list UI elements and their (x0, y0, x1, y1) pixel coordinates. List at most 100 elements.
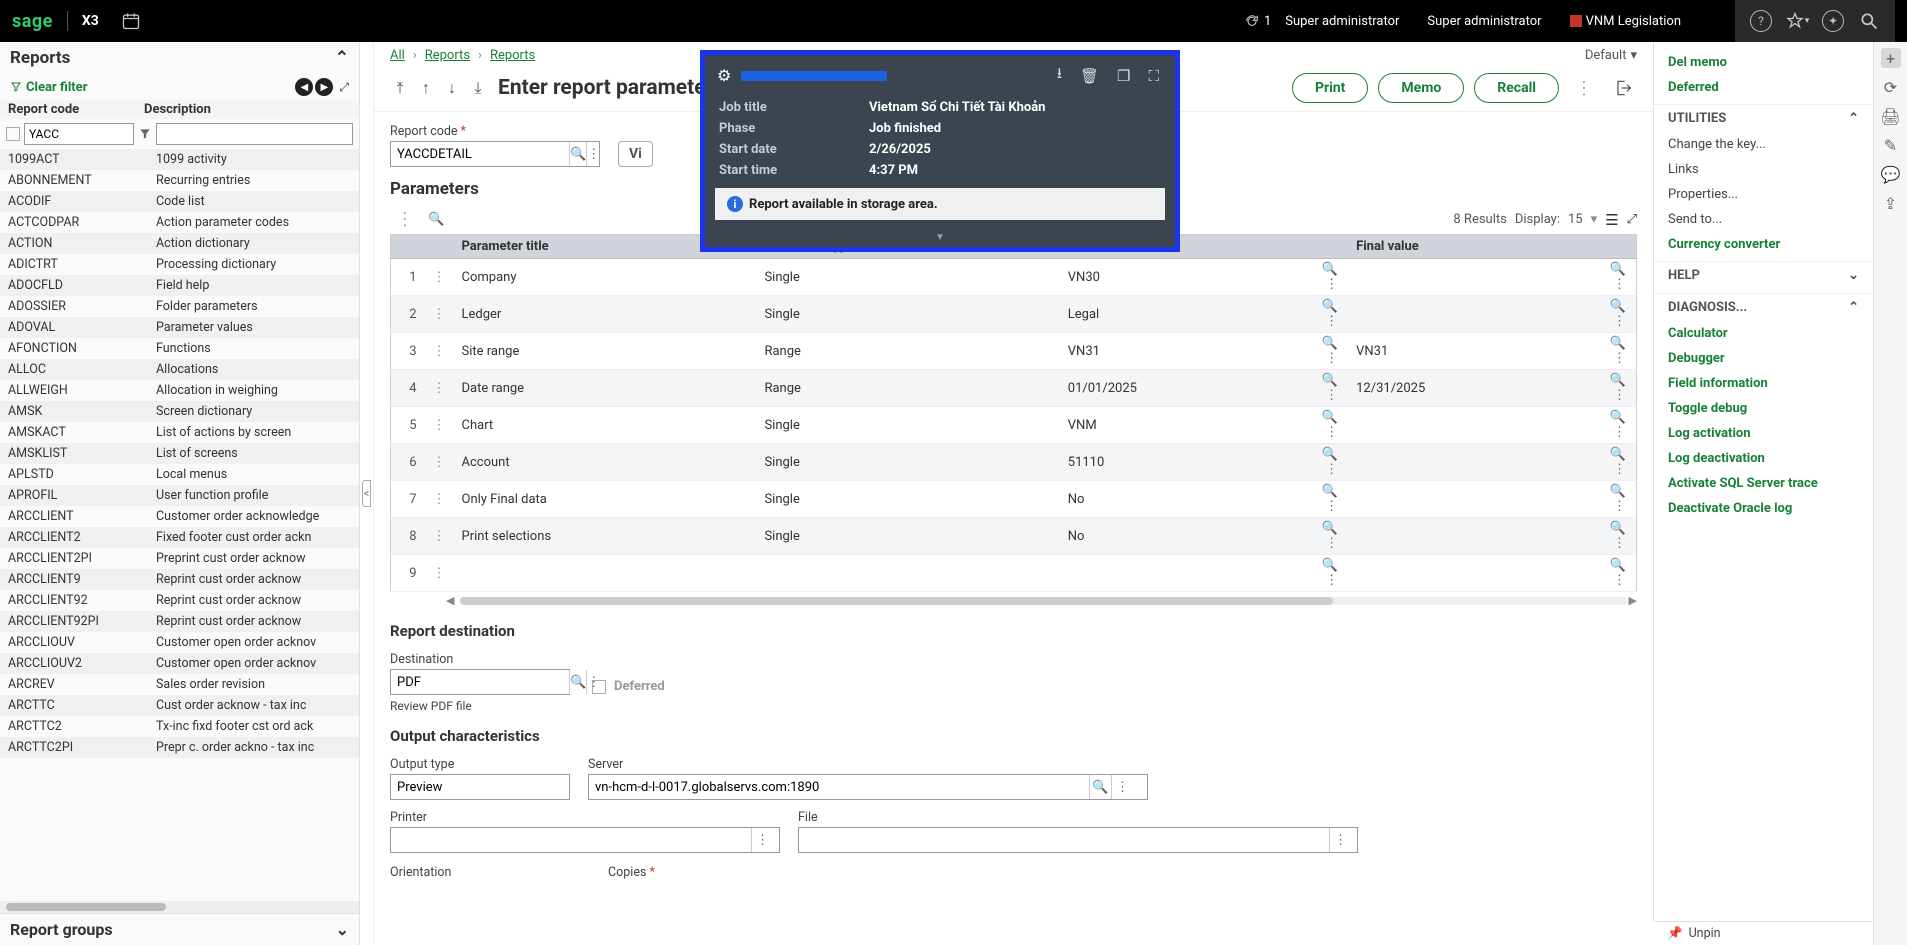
col-description[interactable]: Description (144, 102, 349, 117)
notif-collapse-icon[interactable]: ▾ (705, 230, 1175, 247)
currency-link[interactable]: Currency converter (1654, 232, 1873, 257)
file-dots-icon[interactable]: ⋮ (1329, 828, 1351, 852)
unpin-bar[interactable]: 📌 Unpin (1653, 921, 1873, 945)
maximize-icon[interactable]: ⤢ (1627, 212, 1637, 227)
display-value[interactable]: 15 (1568, 212, 1583, 227)
funnel-icon[interactable] (138, 127, 152, 141)
file-input[interactable] (799, 828, 1329, 852)
field-info-link[interactable]: Field information (1654, 371, 1873, 396)
list-item[interactable]: ALLOCAllocations (0, 359, 359, 380)
oracle-log-link[interactable]: Deactivate Oracle log (1654, 496, 1873, 521)
table-search-icon[interactable]: 🔍 (428, 212, 444, 227)
sql-trace-link[interactable]: Activate SQL Server trace (1654, 471, 1873, 496)
log-act-link[interactable]: Log activation (1654, 421, 1873, 446)
help-section[interactable]: HELP⌄ (1654, 261, 1873, 289)
print-button[interactable]: Print (1292, 73, 1368, 103)
list-nav[interactable]: ◀▶ (295, 78, 333, 96)
checkbox-icon[interactable] (6, 127, 20, 141)
destination-input[interactable] (391, 670, 569, 694)
recall-button[interactable]: Recall (1474, 73, 1559, 103)
printer-input[interactable] (391, 828, 751, 852)
table-row[interactable]: 9⋮🔍⋮🔍⋮ (391, 555, 1637, 592)
reports-section-head[interactable]: Reports ⌃ (0, 42, 359, 74)
compass-icon[interactable]: ✦ (1815, 3, 1851, 39)
more-dots-icon[interactable]: ⋮ (1569, 78, 1599, 99)
list-item[interactable]: ARCCLIENT2Fixed footer cust order ackn (0, 527, 359, 548)
filter-code-input[interactable] (24, 123, 134, 145)
calculator-link[interactable]: Calculator (1654, 321, 1873, 346)
chevron-up-icon[interactable]: ⌃ (335, 48, 349, 68)
table-row[interactable]: 5⋮ChartSingleVNM🔍⋮🔍⋮ (391, 407, 1637, 444)
change-key-link[interactable]: Change the key... (1654, 132, 1873, 157)
properties-link[interactable]: Properties... (1654, 182, 1873, 207)
list-item[interactable]: ARCCLIENT2PIPreprint cust order acknow (0, 548, 359, 569)
list-item[interactable]: ARCTTCCust order acknow - tax inc (0, 695, 359, 716)
filter-desc-input[interactable] (156, 123, 353, 145)
del-memo-link[interactable]: Del memo (1654, 50, 1873, 75)
crumb-reports2[interactable]: Reports (490, 48, 535, 63)
list-item[interactable]: ACTIONAction dictionary (0, 233, 359, 254)
exit-icon[interactable] (1609, 78, 1637, 98)
search-icon[interactable] (1851, 3, 1887, 39)
report-list[interactable]: 1099ACT1099 activityABONNEMENTRecurring … (0, 149, 359, 901)
list-item[interactable]: APROFILUser function profile (0, 485, 359, 506)
list-item[interactable]: AMSKScreen dictionary (0, 401, 359, 422)
gear-icon[interactable]: ⚙ (717, 66, 731, 85)
send-to-link[interactable]: Send to... (1654, 207, 1873, 232)
utilities-section[interactable]: UTILITIES⌃ (1654, 104, 1873, 132)
display-caret-icon[interactable]: ▾ (1591, 212, 1598, 227)
list-item[interactable]: ARCCLIENT92PIReprint cust order acknow (0, 611, 359, 632)
server-input[interactable] (589, 775, 1089, 799)
comment-icon[interactable]: 💬 (1881, 165, 1901, 184)
list-item[interactable]: AMSKACTList of actions by screen (0, 422, 359, 443)
role-label[interactable]: Super administrator (1427, 14, 1541, 29)
table-dots-icon[interactable]: ⋮ (390, 209, 420, 230)
edit-icon[interactable]: ✎ (1884, 136, 1897, 155)
table-row[interactable]: 7⋮Only Final dataSingleNo🔍⋮🔍⋮ (391, 481, 1637, 518)
table-row[interactable]: 4⋮Date rangeRange01/01/2025🔍⋮12/31/2025🔍… (391, 370, 1637, 407)
user-label[interactable]: Super administrator (1285, 14, 1399, 29)
log-deact-link[interactable]: Log deactivation (1654, 446, 1873, 471)
list-item[interactable]: ACTCODPARAction parameter codes (0, 212, 359, 233)
list-item[interactable]: AFONCTIONFunctions (0, 338, 359, 359)
th-final-value[interactable]: Final value (1348, 235, 1592, 259)
list-item[interactable]: APLSTDLocal menus (0, 464, 359, 485)
table-row[interactable]: 8⋮Print selectionsSingleNo🔍⋮🔍⋮ (391, 518, 1637, 555)
legislation-badge[interactable]: VNM Legislation (1570, 14, 1681, 29)
table-row[interactable]: 3⋮Site rangeRangeVN31🔍⋮VN31🔍⋮ (391, 333, 1637, 370)
list-item[interactable]: ADICTRTProcessing dictionary (0, 254, 359, 275)
dest-lookup-icon[interactable]: 🔍 (569, 670, 586, 694)
list-item[interactable]: ARCTTC2PIPrepr c. order ackno - tax inc (0, 737, 359, 758)
list-item[interactable]: ARCCLIOUV2Customer open order acknov (0, 653, 359, 674)
deferred-link[interactable]: Deferred (1654, 75, 1873, 100)
table-h-scroll[interactable]: ◀▶ (390, 594, 1637, 608)
toggle-debug-link[interactable]: Toggle debug (1654, 396, 1873, 421)
last-icon[interactable]: ⤓ (468, 78, 488, 98)
download-icon[interactable]: ⭳ (1053, 63, 1066, 88)
list-item[interactable]: ARCCLIENT92Reprint cust order acknow (0, 590, 359, 611)
chevron-down-icon[interactable]: ⌄ (336, 920, 349, 939)
copy-icon[interactable]: ❐ (1113, 67, 1134, 85)
review-pdf-link[interactable]: Review PDF file (390, 699, 570, 713)
refresh-badge[interactable]: 1 (1244, 13, 1271, 29)
lookup-icon[interactable]: 🔍 (569, 142, 586, 166)
h-scrollbar[interactable] (0, 901, 359, 913)
help-icon[interactable]: ? (1743, 3, 1779, 39)
table-row[interactable]: 6⋮AccountSingle51110🔍⋮🔍⋮ (391, 444, 1637, 481)
list-item[interactable]: 1099ACT1099 activity (0, 149, 359, 170)
delete-icon[interactable]: 🗑 (1076, 67, 1103, 85)
prev-icon[interactable]: ↑ (416, 78, 436, 98)
field-dots-icon[interactable]: ⋮ (586, 142, 600, 166)
links-link[interactable]: Links (1654, 157, 1873, 182)
list-item[interactable]: ARCCLIENTCustomer order acknowledge (0, 506, 359, 527)
crumb-reports1[interactable]: Reports (425, 48, 470, 63)
report-code-input[interactable] (391, 142, 569, 166)
calendar-icon[interactable] (113, 3, 149, 39)
refresh-icon[interactable]: ⟳ (1884, 78, 1897, 97)
list-item[interactable]: ADOSSIERFolder parameters (0, 296, 359, 317)
list-item[interactable]: ARCTTC2Tx-inc fixd footer cst ord ack (0, 716, 359, 737)
list-item[interactable]: ADOVALParameter values (0, 317, 359, 338)
list-item[interactable]: ALLWEIGHAllocation in weighing (0, 380, 359, 401)
add-icon[interactable]: + (1881, 48, 1901, 68)
deferred-checkbox[interactable] (592, 680, 606, 694)
